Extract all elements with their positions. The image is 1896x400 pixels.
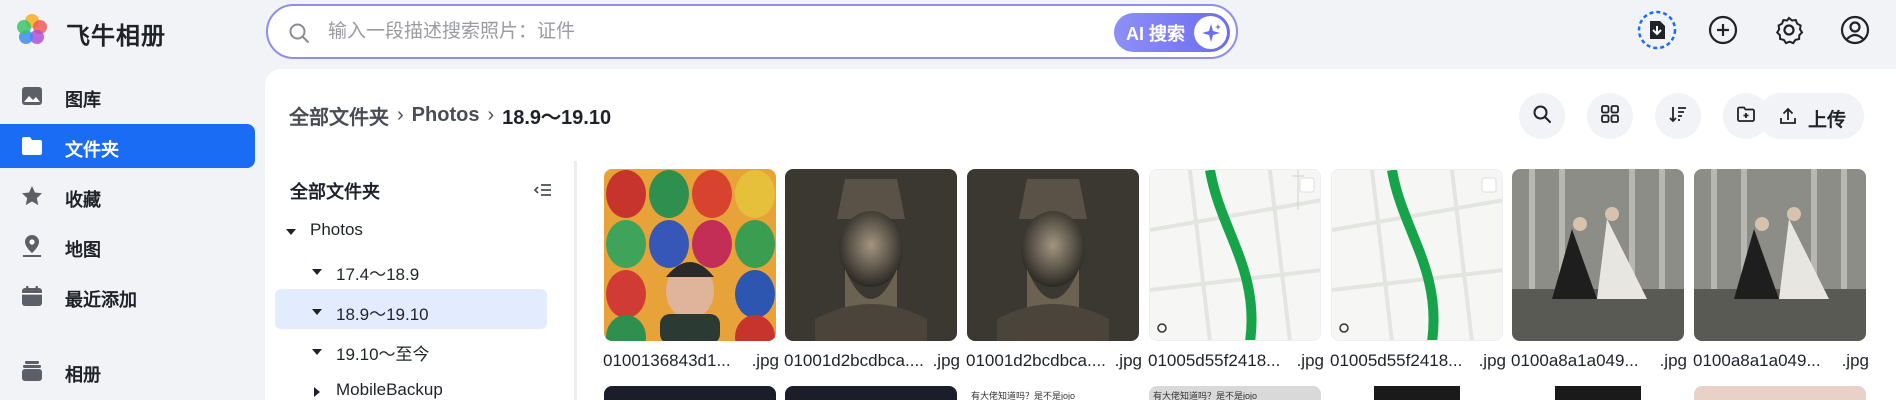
photo-thumbnail[interactable] <box>1331 169 1503 341</box>
photo-filename: 0100a8a1a049... .jpg <box>1693 351 1869 370</box>
photo-caption: 有大佬知道吗？是不是jojo <box>971 391 1076 400</box>
breadcrumb-root[interactable]: 全部文件夹 <box>289 101 389 130</box>
tree-item-label: Photos <box>310 220 363 239</box>
add-circle-icon[interactable] <box>1703 10 1743 50</box>
search-icon <box>1532 104 1552 129</box>
view-grid-button[interactable] <box>1587 93 1633 139</box>
breadcrumb: 全部文件夹 › Photos › 18.9～19.10 <box>289 101 611 130</box>
ai-search-button[interactable]: AI 搜索 <box>1114 13 1230 52</box>
photo-thumbnail[interactable]: 有大佬知道吗？是不是jojo <box>967 386 1139 400</box>
ai-search-label: AI 搜索 <box>1126 23 1186 44</box>
search-icon <box>288 22 310 44</box>
tree-title: 全部文件夹 <box>290 182 380 202</box>
photo-filename: 01005d55f2418... .jpg <box>1148 351 1324 370</box>
tree-item-label: 17.4～18.9 <box>336 265 420 284</box>
sidebar-item-folders[interactable]: 文件夹 <box>0 124 255 168</box>
chevron-right-icon: › <box>397 104 404 126</box>
sidebar-item-favorites[interactable]: 收藏 <box>0 174 255 218</box>
photo-filename: 01005d55f2418... .jpg <box>1330 351 1506 370</box>
sidebar-item-label: 图库 <box>65 90 101 110</box>
sidebar-item-map[interactable]: 地图 <box>0 224 255 268</box>
album-stack-icon <box>20 359 44 383</box>
search-input[interactable] <box>328 16 1088 48</box>
photo-thumbnail[interactable] <box>785 169 957 341</box>
photo-thumbnail[interactable] <box>1694 169 1866 341</box>
upload-label: 上传 <box>1808 110 1847 131</box>
photo-caption: 有大佬知道吗？是不是jojo <box>1153 391 1258 400</box>
photo-thumbnail[interactable] <box>1331 386 1503 400</box>
photo-thumbnail[interactable] <box>967 169 1139 341</box>
sidebar-item-label: 最近添加 <box>65 290 137 310</box>
chevron-right-icon: › <box>487 104 495 126</box>
caret-down-icon <box>311 343 323 355</box>
settings-gear-icon[interactable] <box>1769 10 1809 50</box>
caret-right-icon <box>311 383 323 397</box>
tree-item-label: MobileBackup <box>336 380 443 399</box>
user-avatar-icon[interactable] <box>1835 10 1875 50</box>
search-button[interactable] <box>1519 93 1565 139</box>
map-pin-icon <box>20 234 44 258</box>
sidebar-item-label: 文件夹 <box>65 140 119 160</box>
gallery-icon <box>20 84 44 108</box>
photo-filename: 01001d2bcdbca.... .jpg <box>784 351 960 370</box>
sidebar-item-gallery[interactable]: 图库 <box>0 74 255 118</box>
caret-down-icon <box>285 223 297 235</box>
photo-thumbnail[interactable] <box>1694 386 1866 400</box>
photo-thumbnail[interactable] <box>604 169 776 341</box>
photo-thumbnail[interactable] <box>604 386 776 400</box>
photo-filename: 0100136843d1... .jpg <box>603 351 779 370</box>
tree-item-17-4[interactable]: 17.4～18.9 <box>275 249 547 289</box>
photo-thumbnail[interactable] <box>785 386 957 400</box>
breadcrumb-current: 18.9～19.10 <box>502 107 612 129</box>
tree-item-18-9[interactable]: 18.9～19.10 <box>275 289 547 329</box>
caret-down-icon <box>311 303 323 315</box>
tree-item-19-10[interactable]: 19.10～至今 <box>275 329 547 369</box>
upload-icon <box>1778 106 1798 126</box>
task-progress-icon[interactable] <box>1637 10 1677 50</box>
sort-icon <box>1668 104 1688 129</box>
photo-filename: 01001d2bcdbca.... .jpg <box>966 351 1142 370</box>
app-title: 飞牛相册 <box>66 23 166 50</box>
folder-icon <box>20 134 44 158</box>
sort-button[interactable] <box>1655 93 1701 139</box>
folder-add-icon <box>1736 104 1756 129</box>
upload-button[interactable]: 上传 <box>1758 93 1864 139</box>
main-panel: 全部文件夹 › Photos › 18.9～19.10 上传 全部文件夹 Pho… <box>265 69 1896 400</box>
collapse-tree-icon[interactable] <box>532 179 554 201</box>
sidebar-item-albums[interactable]: 相册 <box>0 349 255 393</box>
tree-item-mobilebackup[interactable]: MobileBackup <box>275 369 547 400</box>
sidebar-item-label: 地图 <box>65 240 101 260</box>
tree-item-photos[interactable]: Photos <box>275 209 547 249</box>
photo-thumbnail[interactable] <box>1512 386 1684 400</box>
photo-thumbnail[interactable]: 有大佬知道吗？是不是jojo <box>1149 386 1321 400</box>
caret-down-icon <box>311 263 323 275</box>
photo-filename: 0100a8a1a049... .jpg <box>1511 351 1687 370</box>
tree-item-label: 18.9～19.10 <box>336 305 429 324</box>
sidebar-item-recent[interactable]: 最近添加 <box>0 274 255 318</box>
breadcrumb-photos[interactable]: Photos <box>412 104 480 127</box>
calendar-icon <box>20 284 44 308</box>
search-bar[interactable]: AI 搜索 <box>266 4 1238 59</box>
grid-icon <box>1600 104 1620 129</box>
app-logo <box>12 10 52 50</box>
photo-thumbnail[interactable] <box>1512 169 1684 341</box>
panel-divider[interactable] <box>574 161 577 400</box>
sidebar-item-label: 相册 <box>65 365 101 385</box>
sidebar-item-label: 收藏 <box>65 190 101 210</box>
photo-thumbnail[interactable] <box>1149 169 1321 341</box>
sparkle-icon <box>1194 16 1227 49</box>
star-icon <box>20 184 44 208</box>
tree-item-label: 19.10～至今 <box>336 345 430 364</box>
